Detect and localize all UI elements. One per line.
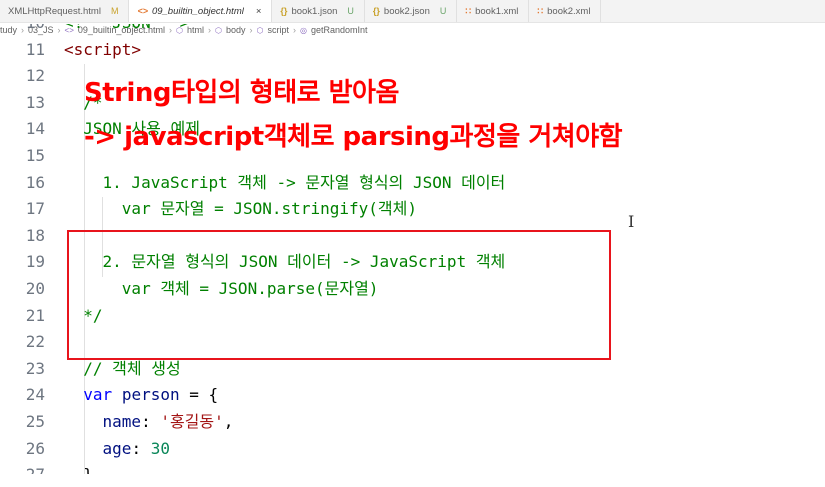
- git-modified-badge: M: [110, 6, 119, 16]
- line-number: 23: [25, 358, 45, 378]
- code-comment: var 문자열 = JSON.stringify(객체): [121, 199, 417, 219]
- rss-file-icon: ∷: [465, 5, 472, 16]
- code-line: }: [64, 462, 505, 474]
- code-comment: 1. JavaScript 객체 -> 문자열 형식의 JSON 데이터: [102, 172, 506, 192]
- line-number: 11: [25, 39, 45, 59]
- code-punctuation: }: [83, 465, 93, 474]
- tab-xmlhttprequest[interactable]: XMLHttpRequest.html M: [0, 0, 130, 22]
- close-tab-icon[interactable]: ×: [256, 6, 262, 17]
- annotation-line-2: -> javascript객체로 parsing과정을 거쳐야함: [84, 122, 623, 152]
- code-comment: // 객체 생성: [83, 358, 181, 378]
- editor-tab-bar: XMLHttpRequest.html M <> 09_builtin_obje…: [0, 0, 825, 23]
- line-number: 19: [25, 252, 45, 272]
- line-number: 21: [25, 305, 45, 325]
- tab-label: book2.json: [383, 5, 430, 17]
- code-number: 30: [150, 438, 170, 458]
- rss-file-icon: ∷: [537, 5, 544, 16]
- code-punctuation: = {: [179, 385, 219, 405]
- line-number: 27: [0, 462, 45, 474]
- code-line: var person = {: [64, 382, 505, 409]
- code-line: var 문자열 = JSON.stringify(객체): [64, 196, 505, 223]
- code-comment: <!-- JSON -->: [64, 24, 189, 32]
- line-number: 18: [25, 225, 45, 245]
- tab-label: 09_builtin_object.html: [151, 5, 244, 17]
- annotation-line-1: String타입의 형태로 받아옴: [84, 78, 399, 108]
- code-line: name: '홍길동',: [102, 411, 234, 431]
- line-number: 24: [25, 385, 45, 405]
- tab-label: book1.xml: [475, 5, 519, 17]
- line-number-gutter: 10 11 12 13 14 15 16 17 18 19 20 21 22 2…: [0, 24, 45, 474]
- line-number: 17: [25, 199, 45, 219]
- code-line: 1. JavaScript 객체 -> 문자열 형식의 JSON 데이터: [64, 170, 506, 197]
- line-number: 26: [25, 438, 45, 458]
- line-number: 22: [25, 332, 45, 352]
- line-number: 10: [0, 24, 45, 37]
- json-file-icon: {}: [280, 6, 288, 16]
- line-number: 25: [25, 411, 45, 431]
- highlight-box: [67, 230, 611, 360]
- tab-label: XMLHttpRequest.html: [8, 5, 101, 17]
- code-line: <script>: [64, 37, 505, 64]
- html-file-icon: <>: [137, 6, 148, 16]
- tab-book1-json[interactable]: {} book1.json U: [272, 0, 365, 22]
- code-property: name: [102, 411, 142, 431]
- script-tag: <script>: [64, 39, 142, 59]
- code-keyword: var: [83, 385, 113, 405]
- code-property: age: [102, 438, 132, 458]
- text-cursor-icon: I: [628, 212, 635, 231]
- line-number: 14: [25, 119, 45, 139]
- line-number: 20: [25, 278, 45, 298]
- code-string: '홍길동': [160, 411, 224, 431]
- git-untracked-badge: U: [439, 6, 447, 16]
- tab-label: book2.xml: [547, 5, 591, 17]
- code-variable: person: [121, 385, 180, 405]
- code-line: <!-- JSON -->: [64, 24, 505, 37]
- line-number: 15: [25, 145, 45, 165]
- tab-label: book1.json: [291, 5, 338, 17]
- line-number: 12: [25, 66, 45, 86]
- git-untracked-badge: U: [347, 6, 354, 16]
- tab-book2-json[interactable]: {} book2.json U: [365, 0, 458, 22]
- code-line: age: 30: [102, 438, 170, 458]
- tab-09-builtin-object[interactable]: <> 09_builtin_object.html ×: [129, 0, 273, 22]
- json-file-icon: {}: [372, 6, 380, 16]
- line-number: 13: [25, 92, 45, 112]
- tab-book2-xml[interactable]: ∷ book2.xml: [529, 0, 602, 22]
- line-number: 16: [25, 172, 45, 192]
- tab-book1-xml[interactable]: ∷ book1.xml: [457, 0, 530, 22]
